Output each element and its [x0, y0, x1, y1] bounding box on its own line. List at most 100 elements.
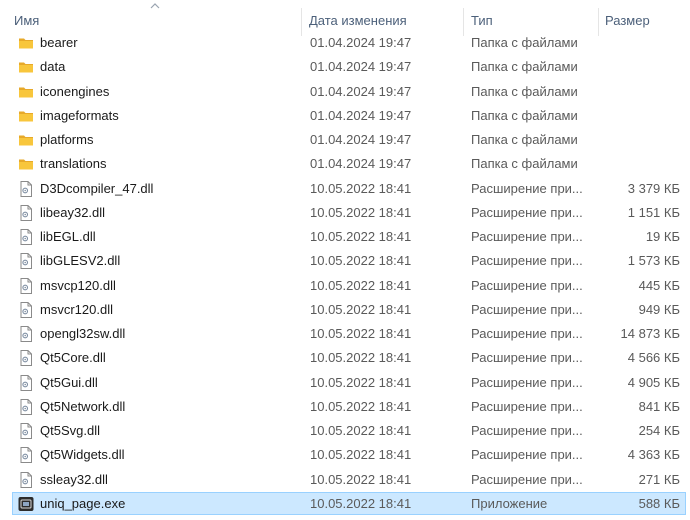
file-type: Папка с файлами	[471, 59, 578, 75]
file-size: 4 905 КБ	[627, 374, 680, 390]
file-row[interactable]: opengl32sw.dll 10.05.2022 18:41 Расширение…	[0, 322, 690, 346]
exe-app-icon	[17, 495, 35, 513]
dll-file-icon	[17, 446, 35, 464]
file-name: data	[40, 59, 66, 75]
file-type: Папка с файлами	[471, 35, 578, 50]
file-row[interactable]: ssleay32.dll 10.05.2022 18:41 Расширение п…	[0, 468, 690, 492]
dll-file-icon	[17, 228, 35, 246]
file-type: Папка с файлами	[471, 132, 578, 147]
file-type: Расширение при...	[471, 180, 583, 196]
column-header-type[interactable]: Тип	[471, 13, 493, 31]
dll-file-icon	[17, 471, 35, 489]
folder-icon	[17, 83, 35, 101]
file-type: Расширение при...	[471, 253, 583, 269]
file-name: uniq_page.exe	[40, 495, 126, 511]
file-date-modified: 10.05.2022 18:41	[310, 495, 412, 511]
file-date-modified: 10.05.2022 18:41	[310, 398, 412, 414]
column-header-size[interactable]: Размер	[605, 13, 650, 31]
file-type: Приложение	[471, 495, 548, 511]
file-date-modified: 10.05.2022 18:41	[310, 423, 412, 438]
file-type: Папка с файлами	[471, 83, 578, 99]
file-row[interactable]: D3Dcompiler_47.dll 10.05.2022 18:41 Расшир…	[0, 177, 690, 201]
folder-icon	[17, 58, 35, 76]
file-list: bearer 01.04.2024 19:47 Папка с файлами dat…	[0, 31, 690, 516]
file-row[interactable]: uniq_page.exe 10.05.2022 18:41 Приложение 5…	[0, 491, 690, 516]
file-date-modified: 01.04.2024 19:47	[310, 107, 412, 123]
file-row[interactable]: data 01.04.2024 19:47 Папка с файлами	[0, 55, 690, 79]
file-date-modified: 10.05.2022 18:41	[310, 277, 412, 293]
file-name: msvcp120.dll	[40, 277, 116, 293]
file-type: Папка с файлами	[471, 107, 578, 123]
file-size: 14 873 КБ	[620, 326, 680, 341]
file-name: D3Dcompiler_47.dll	[40, 180, 154, 196]
dll-file-icon	[17, 325, 35, 343]
file-type: Расширение при...	[471, 471, 583, 487]
file-date-modified: 01.04.2024 19:47	[310, 132, 412, 147]
file-name: iconengines	[40, 83, 110, 99]
file-name: bearer	[40, 35, 78, 50]
file-row[interactable]: Qt5Svg.dll 10.05.2022 18:41 Расширение при…	[0, 419, 690, 443]
file-row[interactable]: libeay32.dll 10.05.2022 18:41 Расширение п…	[0, 201, 690, 225]
file-date-modified: 01.04.2024 19:47	[310, 59, 412, 75]
file-date-modified: 10.05.2022 18:41	[310, 326, 412, 341]
file-date-modified: 10.05.2022 18:41	[310, 204, 412, 220]
file-size: 841 КБ	[638, 398, 680, 414]
file-date-modified: 10.05.2022 18:41	[310, 301, 412, 317]
file-type: Папка с файлами	[471, 156, 578, 172]
sort-ascending-icon[interactable]	[150, 2, 160, 10]
dll-file-icon	[17, 277, 35, 295]
file-row[interactable]: libEGL.dll 10.05.2022 18:41 Расширение при…	[0, 225, 690, 249]
file-date-modified: 01.04.2024 19:47	[310, 83, 412, 99]
file-type: Расширение при...	[471, 204, 583, 220]
file-row[interactable]: Qt5Core.dll 10.05.2022 18:41 Расширение пр…	[0, 346, 690, 370]
file-row[interactable]: Qt5Network.dll 10.05.2022 18:41 Расширение…	[0, 395, 690, 419]
file-row[interactable]: translations 01.04.2024 19:47 Папка с файл…	[0, 152, 690, 176]
file-size: 949 КБ	[638, 301, 680, 317]
folder-icon	[17, 155, 35, 173]
file-size: 588 КБ	[638, 495, 680, 511]
dll-file-icon	[17, 252, 35, 270]
file-row[interactable]: platforms 01.04.2024 19:47 Папка с файлами	[0, 128, 690, 152]
file-name: opengl32sw.dll	[40, 326, 126, 341]
folder-icon	[17, 131, 35, 149]
dll-file-icon	[17, 398, 35, 416]
file-name: Qt5Gui.dll	[40, 374, 98, 390]
file-date-modified: 10.05.2022 18:41	[310, 253, 412, 269]
file-name: ssleay32.dll	[40, 471, 108, 487]
file-size: 19 КБ	[645, 229, 680, 244]
column-header-name[interactable]: Имя	[14, 13, 39, 31]
file-type: Расширение при...	[471, 301, 583, 317]
file-name: imageformats	[40, 107, 119, 123]
folder-icon	[17, 107, 35, 125]
file-name: Qt5Core.dll	[40, 350, 106, 366]
file-row[interactable]: Qt5Widgets.dll 10.05.2022 18:41 Расширение…	[0, 443, 690, 467]
file-size: 254 КБ	[638, 423, 680, 438]
file-name: Qt5Widgets.dll	[40, 447, 125, 463]
folder-icon	[17, 34, 35, 52]
file-type: Расширение при...	[471, 398, 583, 414]
file-name: msvcr120.dll	[40, 301, 113, 317]
file-size: 4 363 КБ	[627, 447, 680, 463]
file-date-modified: 10.05.2022 18:41	[310, 180, 412, 196]
file-date-modified: 10.05.2022 18:41	[310, 471, 412, 487]
file-date-modified: 10.05.2022 18:41	[310, 229, 412, 244]
column-header-date[interactable]: Дата изменения	[309, 13, 407, 31]
file-size: 1 151 КБ	[627, 204, 680, 220]
file-name: Qt5Svg.dll	[40, 423, 100, 438]
file-row[interactable]: Qt5Gui.dll 10.05.2022 18:41 Расширение при…	[0, 371, 690, 395]
file-size: 3 379 КБ	[627, 180, 680, 196]
file-type: Расширение при...	[471, 277, 583, 293]
file-row[interactable]: msvcr120.dll 10.05.2022 18:41 Расширение п…	[0, 298, 690, 322]
file-row[interactable]: libGLESV2.dll 10.05.2022 18:41 Расширение …	[0, 249, 690, 273]
file-row[interactable]: bearer 01.04.2024 19:47 Папка с файлами	[0, 31, 690, 55]
file-date-modified: 10.05.2022 18:41	[310, 447, 412, 463]
file-name: libeay32.dll	[40, 204, 106, 220]
file-row[interactable]: msvcp120.dll 10.05.2022 18:41 Расширение п…	[0, 274, 690, 298]
file-size: 445 КБ	[638, 277, 680, 293]
file-row[interactable]: iconengines 01.04.2024 19:47 Папка с файла…	[0, 80, 690, 104]
file-date-modified: 10.05.2022 18:41	[310, 350, 412, 366]
dll-file-icon	[17, 349, 35, 367]
file-row[interactable]: imageformats 01.04.2024 19:47 Папка с файл…	[0, 104, 690, 128]
dll-file-icon	[17, 301, 35, 319]
file-name: translations	[40, 156, 107, 172]
